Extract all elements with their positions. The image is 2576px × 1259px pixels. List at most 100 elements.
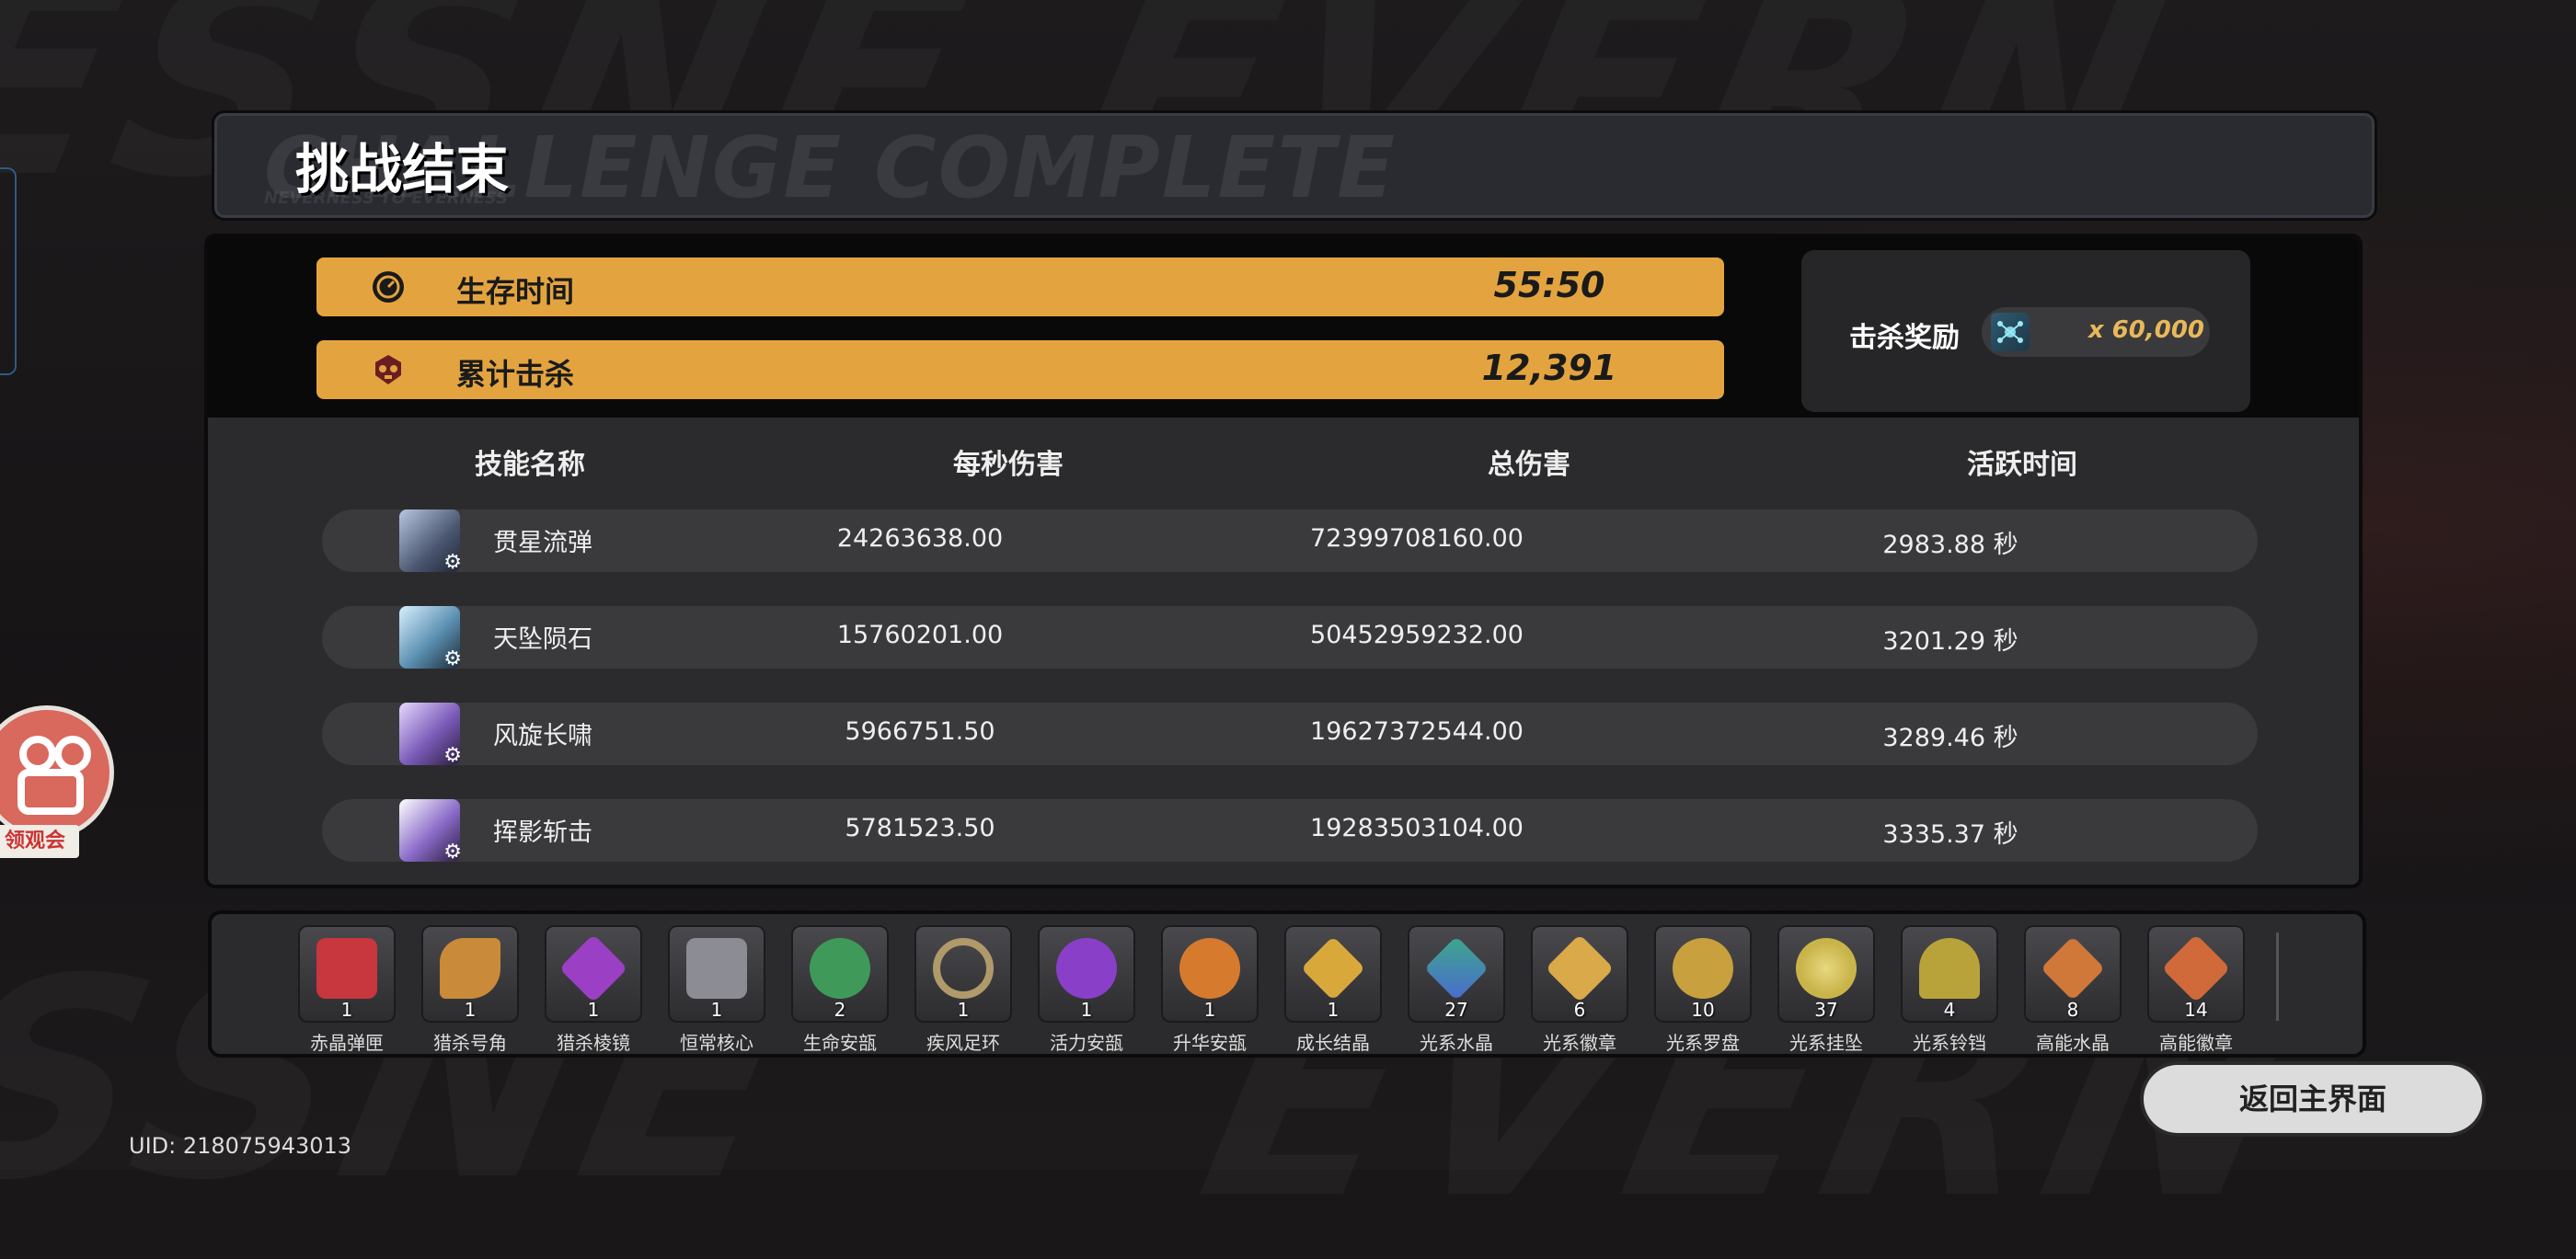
survival-time-value: 55:50 — [1493, 265, 1605, 305]
item-label: 赤晶弹匣 — [310, 1032, 384, 1054]
item-label: 光系罗盘 — [1666, 1032, 1740, 1054]
item-icon-box: 6 — [1531, 925, 1628, 1023]
item-label: 高能徽章 — [2159, 1032, 2233, 1054]
table-row: ⚙ 贯星流弹 24263638.00 72399708160.00 2983.8… — [322, 509, 2258, 574]
item-count: 27 — [1444, 999, 1468, 1021]
survival-time-bar: 生存时间 55:50 — [316, 258, 1724, 316]
item-count: 37 — [1814, 999, 1838, 1021]
meteor-skill-icon: ⚙ — [399, 606, 462, 670]
light-badge-icon — [1545, 933, 1615, 1003]
table-row: ⚙ 风旋长啸 5966751.50 19627372544.00 3289.46… — [322, 703, 2258, 767]
page-title: 挑战结束 — [295, 138, 510, 200]
skill-total-damage: 19283503104.00 — [1310, 814, 1524, 842]
item-icon-box: 10 — [1654, 925, 1752, 1023]
timer-icon — [373, 271, 404, 303]
return-main-menu-button[interactable]: 返回主界面 — [2144, 1065, 2482, 1133]
purple-prism-icon — [558, 933, 628, 1003]
survival-time-label: 生存时间 — [456, 274, 575, 309]
skill-dps: 5781523.50 — [845, 814, 995, 842]
hunting-horn-icon — [440, 938, 500, 999]
video-camera-icon — [0, 705, 114, 840]
skill-total-damage: 50452959232.00 — [1310, 621, 1524, 649]
item-slot[interactable]: 4 光系铃铛 — [1901, 925, 1998, 1055]
item-count: 14 — [2184, 999, 2208, 1021]
light-compass-icon — [1673, 938, 1733, 999]
skill-dps: 15760201.00 — [836, 621, 1004, 649]
item-icon-box: 1 — [1161, 925, 1259, 1023]
piercing-star-skill-icon: ⚙ — [399, 509, 462, 574]
winged-ring-icon — [933, 938, 994, 999]
item-slot[interactable]: 1 赤晶弹匣 — [298, 925, 396, 1055]
skill-total-damage: 19627372544.00 — [1310, 717, 1524, 746]
item-icon-box: 1 — [545, 925, 642, 1023]
result-header: CHALLENGE COMPLETE NEVERNESS TO EVERNESS… — [212, 110, 2377, 221]
item-count: 6 — [1573, 999, 1586, 1021]
item-slot[interactable]: 8 高能水晶 — [2024, 925, 2122, 1055]
item-count: 1 — [1327, 999, 1340, 1021]
item-count: 1 — [1203, 999, 1216, 1021]
item-count: 1 — [1080, 999, 1093, 1021]
item-icon-box: 14 — [2147, 925, 2245, 1023]
kill-reward-box: 击杀奖励 x 60,000 — [1801, 250, 2250, 412]
table-row: ⚙ 挥影斩击 5781523.50 19283503104.00 3335.37… — [322, 799, 2258, 864]
item-label: 活力安瓿 — [1050, 1032, 1123, 1054]
item-icon-box: 1 — [298, 925, 396, 1023]
steel-core-icon — [686, 938, 747, 999]
user-id: UID: 218075943013 — [129, 1133, 352, 1159]
red-crystal-case-icon — [316, 938, 377, 999]
item-slot[interactable]: 1 猎杀棱镜 — [545, 925, 642, 1055]
item-icon-box: 4 — [1901, 925, 1998, 1023]
skill-active-time: 3335.37 秒 — [1882, 820, 2018, 849]
item-slot[interactable]: 1 升华安瓿 — [1161, 925, 1259, 1055]
column-header-total-damage: 总伤害 — [1488, 449, 1570, 481]
item-slot[interactable]: 2 生命安瓿 — [791, 925, 889, 1055]
item-slot[interactable]: 14 高能徽章 — [2147, 925, 2245, 1055]
skill-name: 天坠陨石 — [493, 625, 592, 654]
item-label: 光系挂坠 — [1789, 1032, 1863, 1054]
energy-badge-icon — [2161, 933, 2231, 1003]
scroll-divider — [2276, 933, 2279, 1021]
item-label: 高能水晶 — [2036, 1032, 2110, 1054]
item-icon-box: 1 — [1284, 925, 1382, 1023]
gold-crystal-icon — [1300, 935, 1366, 1001]
kill-skull-icon — [375, 355, 401, 384]
item-label: 升华安瓿 — [1173, 1032, 1247, 1054]
item-icon-box: 8 — [2024, 925, 2122, 1023]
kill-reward-value: x 60,000 — [2087, 316, 2204, 344]
item-slot[interactable]: 1 成长结晶 — [1284, 925, 1382, 1055]
item-icon-box: 37 — [1777, 925, 1875, 1023]
item-icon-box: 2 — [791, 925, 889, 1023]
item-slot[interactable]: 1 活力安瓿 — [1038, 925, 1135, 1055]
item-slot[interactable]: 1 恒常核心 — [668, 925, 765, 1055]
light-bell-icon — [1919, 938, 1980, 999]
item-icon-box: 1 — [668, 925, 765, 1023]
item-slot[interactable]: 27 光系水晶 — [1408, 925, 1505, 1055]
total-kills-value: 12,391 — [1481, 348, 1617, 388]
item-count: 8 — [2066, 999, 2079, 1021]
item-slot[interactable]: 6 光系徽章 — [1531, 925, 1628, 1055]
item-count: 1 — [710, 999, 723, 1021]
item-label: 猎杀棱镜 — [557, 1032, 630, 1054]
skill-name: 挥影斩击 — [493, 818, 592, 847]
whirlwind-skill-icon: ⚙ — [399, 703, 462, 767]
item-slot[interactable]: 1 疾风足环 — [914, 925, 1012, 1055]
floating-video-reward-button[interactable]: 领观会 — [0, 705, 116, 862]
item-slot[interactable]: 1 猎杀号角 — [421, 925, 519, 1055]
item-label: 猎杀号角 — [433, 1032, 507, 1054]
item-slot[interactable]: 37 光系挂坠 — [1777, 925, 1875, 1055]
video-badge-label: 领观会 — [0, 825, 79, 858]
kill-reward-label: 击杀奖励 — [1849, 322, 1960, 354]
skill-dps: 5966751.50 — [845, 717, 995, 746]
item-label: 成长结晶 — [1296, 1032, 1370, 1054]
shadow-slash-skill-icon: ⚙ — [399, 799, 462, 864]
gear-icon: ⚙ — [443, 551, 462, 574]
item-slot[interactable]: 10 光系罗盘 — [1654, 925, 1752, 1055]
item-label: 光系徽章 — [1543, 1032, 1616, 1054]
skill-name: 风旋长啸 — [493, 722, 592, 750]
item-label: 光系水晶 — [1420, 1032, 1493, 1054]
side-panel-tab[interactable] — [0, 167, 17, 375]
item-icon-box: 27 — [1408, 925, 1505, 1023]
kill-reward-pill: x 60,000 — [1982, 307, 2210, 357]
item-count: 1 — [340, 999, 353, 1021]
skill-total-damage: 72399708160.00 — [1310, 524, 1524, 553]
